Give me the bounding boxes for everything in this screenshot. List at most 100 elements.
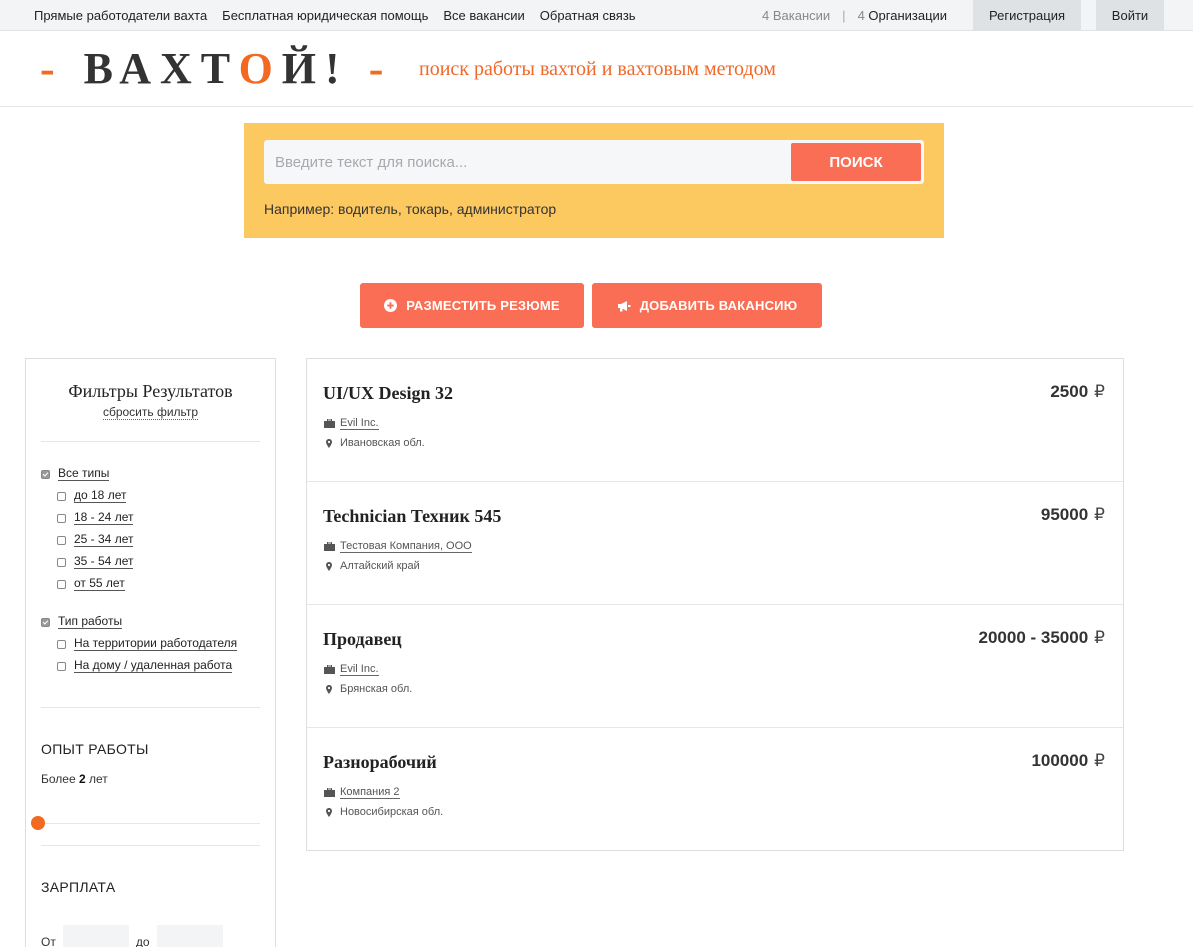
filter-age-option[interactable]: 35 - 54 лет (57, 554, 134, 569)
location-text: Алтайский край (340, 560, 420, 572)
job-salary-value: 95000 (1040, 505, 1089, 524)
filter-age-option[interactable]: до 18 лет (57, 488, 127, 503)
job-salary-value: 20000 - 35000 (978, 628, 1089, 647)
logo-dash-left: - (40, 44, 64, 93)
company-link[interactable]: Компания 2 (340, 786, 400, 799)
nav-link-direct-employers[interactable]: Прямые работодатели вахта (34, 8, 207, 23)
job-listings: UI/UX Design 32 2500 ₽ Evil Inc. Ивановск… (306, 358, 1124, 851)
filter-age-label: до 18 лет (74, 488, 127, 503)
stats-separator: | (842, 8, 846, 23)
checkbox-checked[interactable] (41, 469, 50, 479)
job-location: Ивановская обл. (326, 437, 425, 449)
filter-age-label: 25 - 34 лет (74, 532, 134, 547)
checkbox[interactable] (57, 579, 66, 589)
checkbox[interactable] (57, 557, 66, 567)
experience-suffix: лет (89, 772, 108, 786)
search-field: ПОИСК (264, 140, 924, 184)
filters-divider (41, 707, 260, 708)
checkbox[interactable] (57, 513, 66, 523)
filter-work-type-option-label: На территории работодателя (74, 636, 238, 651)
search-button[interactable]: ПОИСК (791, 143, 921, 181)
add-vacancy-label: ДОБАВИТЬ ВАКАНСИЮ (639, 298, 798, 313)
reset-filter-wrap: сбросить фильтр (26, 405, 275, 420)
checkbox[interactable] (57, 491, 66, 501)
job-location: Алтайский край (326, 560, 420, 572)
register-button[interactable]: Регистрация (973, 0, 1081, 31)
salary-from-label: От (41, 935, 56, 947)
top-bar: Прямые работодатели вахта Бесплатная юри… (0, 0, 1193, 31)
job-card[interactable]: Technician Техник 545 95000 ₽ Тестовая Ко… (307, 482, 1123, 605)
currency-symbol: ₽ (1094, 505, 1105, 524)
checkbox[interactable] (57, 639, 66, 649)
filter-work-type[interactable]: Тип работы (41, 615, 123, 629)
search-panel: ПОИСК Например: водитель, токарь, админи… (244, 123, 944, 238)
filter-age-label: 18 - 24 лет (74, 510, 134, 525)
reset-filter-link[interactable]: сбросить фильтр (102, 405, 199, 420)
logo-text-1: ВАХТ (83, 44, 239, 93)
plus-circle-icon (384, 299, 398, 312)
filters-sidebar: Фильтры Результатов сбросить фильтр Все … (25, 358, 276, 947)
post-resume-button[interactable]: РАЗМЕСТИТЬ РЕЗЮМЕ (360, 283, 584, 328)
job-salary: 20000 - 35000 ₽ (979, 628, 1105, 648)
job-salary-value: 100000 (1031, 751, 1089, 770)
job-company: Evil Inc. (324, 417, 379, 430)
add-vacancy-button[interactable]: ДОБАВИТЬ ВАКАНСИЮ (592, 283, 822, 328)
nav-link-all-vacancies[interactable]: Все вакансии (443, 8, 524, 23)
filter-all-types-label: Все типы (58, 466, 110, 481)
job-card[interactable]: Разнорабочий 100000 ₽ Компания 2 Новосиби… (307, 728, 1123, 851)
filter-work-type-option[interactable]: На территории работодателя (57, 636, 238, 651)
filter-age-option[interactable]: от 55 лет (57, 577, 125, 591)
checkbox[interactable] (57, 661, 66, 671)
nav-link-feedback[interactable]: Обратная связь (540, 8, 636, 23)
company-link[interactable]: Тестовая Компания, ООО (340, 540, 472, 553)
salary-from-input[interactable] (62, 925, 129, 947)
checkbox-checked[interactable] (41, 617, 50, 627)
job-salary: 2500 ₽ (1050, 382, 1105, 402)
job-title[interactable]: Продавец (323, 629, 402, 650)
job-title[interactable]: Technician Техник 545 (323, 506, 501, 527)
logo-dash-right: - (368, 44, 393, 93)
filter-work-type-option-label: На дому / удаленная работа (74, 658, 233, 673)
job-salary: 100000 ₽ (1031, 751, 1105, 771)
salary-to-input[interactable] (156, 925, 223, 947)
logo-text-o: О (238, 44, 282, 93)
search-example: Например: водитель, токарь, администрато… (264, 201, 557, 217)
filters-title: Фильтры Результатов (68, 381, 233, 401)
site-header: - ВАХТОЙ! - поиск работы вахтой и вахтов… (0, 31, 1193, 107)
job-salary-value: 2500 (1050, 382, 1089, 401)
checkbox[interactable] (57, 535, 66, 545)
nav-link-legal-help[interactable]: Бесплатная юридическая помощь (222, 8, 428, 23)
login-button[interactable]: Войти (1096, 0, 1164, 31)
salary-title: ЗАРПЛАТА (41, 879, 116, 895)
location-text: Новосибирская обл. (340, 806, 444, 818)
site-tagline: поиск работы вахтой и вахтовым методом (419, 58, 776, 80)
experience-slider-track[interactable] (41, 823, 260, 824)
orgs-count: 4 (857, 8, 865, 23)
filter-all-types[interactable]: Все типы (41, 466, 110, 481)
filter-age-option[interactable]: 18 - 24 лет (57, 510, 134, 525)
job-company: Компания 2 (324, 786, 400, 799)
company-link[interactable]: Evil Inc. (340, 663, 379, 676)
job-card[interactable]: Продавец 20000 - 35000 ₽ Evil Inc. Брянск… (307, 605, 1123, 728)
job-title[interactable]: Разнорабочий (323, 752, 437, 773)
salary-range: От до (41, 925, 230, 947)
site-logo[interactable]: - ВАХТОЙ! - (40, 45, 392, 93)
job-location: Брянская обл. (326, 683, 412, 695)
company-link[interactable]: Evil Inc. (340, 417, 379, 430)
briefcase-icon (324, 665, 335, 674)
search-input[interactable] (265, 141, 785, 183)
job-title[interactable]: UI/UX Design 32 (323, 383, 453, 404)
location-text: Ивановская обл. (340, 437, 425, 449)
orgs-label[interactable]: Организации (868, 8, 947, 23)
filters-divider (41, 441, 260, 442)
filter-work-type-option[interactable]: На дому / удаленная работа (57, 658, 233, 673)
site-stats: 4 Вакансии | 4 Организации (762, 0, 947, 31)
vacancies-label[interactable]: Вакансии (773, 8, 830, 23)
experience-slider-handle[interactable] (31, 816, 45, 830)
filter-age-option[interactable]: 25 - 34 лет (57, 532, 134, 547)
experience-value-text: Более 2 лет (41, 772, 108, 786)
filter-age-label: 35 - 54 лет (74, 554, 134, 569)
post-resume-label: РАЗМЕСТИТЬ РЕЗЮМЕ (406, 298, 560, 313)
job-card[interactable]: UI/UX Design 32 2500 ₽ Evil Inc. Ивановск… (307, 359, 1123, 482)
job-location: Новосибирская обл. (326, 806, 443, 818)
